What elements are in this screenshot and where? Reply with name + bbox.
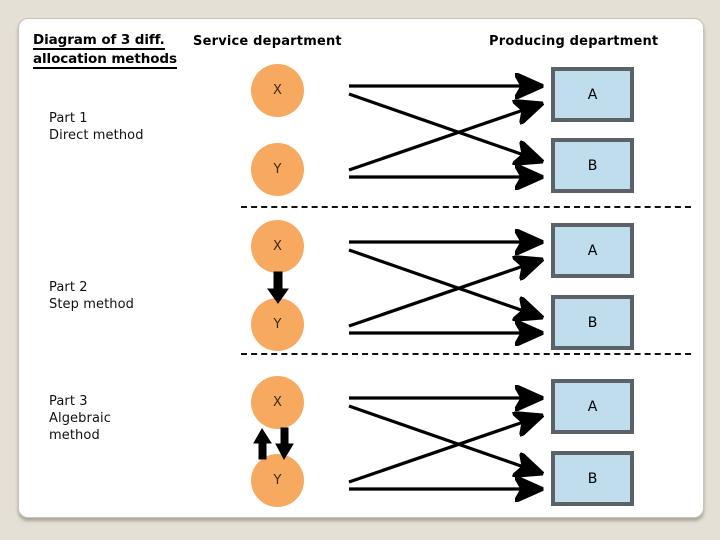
column-header-producing: Producing department: [489, 34, 659, 49]
slide-content: Diagram of 3 diff. allocation methods Se…: [19, 19, 703, 517]
part-3-producing-node-a[interactable]: A: [551, 379, 634, 434]
arrow-part3-x-to-b: [348, 404, 541, 473]
part-1-label: Part 1 Direct method: [49, 111, 144, 143]
part-1-producing-node-b[interactable]: B: [551, 138, 634, 193]
part-3-label: Part 3 Algebraic method: [49, 394, 111, 443]
part-1-flow-arrows: [348, 86, 541, 177]
part-1-producing-node-a[interactable]: A: [551, 67, 634, 122]
part-2-flow-arrows: [348, 242, 541, 333]
slide-card: Diagram of 3 diff. allocation methods Se…: [18, 18, 704, 518]
arrow-part1-x-to-b: [348, 92, 541, 161]
part-2-service-node-x[interactable]: X: [251, 220, 304, 273]
section-divider-1: [241, 206, 691, 208]
part-1-service-node-x[interactable]: X: [251, 64, 304, 117]
arrow-part3-y-to-a: [348, 416, 541, 484]
page-title-line-2: allocation methods: [33, 51, 177, 69]
column-header-service: Service department: [193, 34, 342, 49]
part-3-service-node-y[interactable]: Y: [251, 454, 304, 507]
part-1-service-node-y[interactable]: Y: [251, 143, 304, 196]
section-divider-2: [241, 353, 691, 355]
page-title: Diagram of 3 diff. allocation methods: [33, 31, 208, 69]
arrow-part1-y-to-a: [348, 104, 541, 172]
page-title-line-1: Diagram of 3 diff.: [33, 32, 165, 50]
part-3-service-node-x[interactable]: X: [251, 376, 304, 429]
part-2-producing-node-a[interactable]: A: [551, 223, 634, 278]
arrow-part2-x-to-b: [348, 248, 541, 317]
part-2-service-node-y[interactable]: Y: [251, 298, 304, 351]
part-3-flow-arrows: [348, 398, 541, 489]
part-2-producing-node-b[interactable]: B: [551, 295, 634, 350]
part-3-producing-node-b[interactable]: B: [551, 451, 634, 506]
part-2-label: Part 2 Step method: [49, 280, 135, 312]
arrow-part2-y-to-a: [348, 260, 541, 328]
